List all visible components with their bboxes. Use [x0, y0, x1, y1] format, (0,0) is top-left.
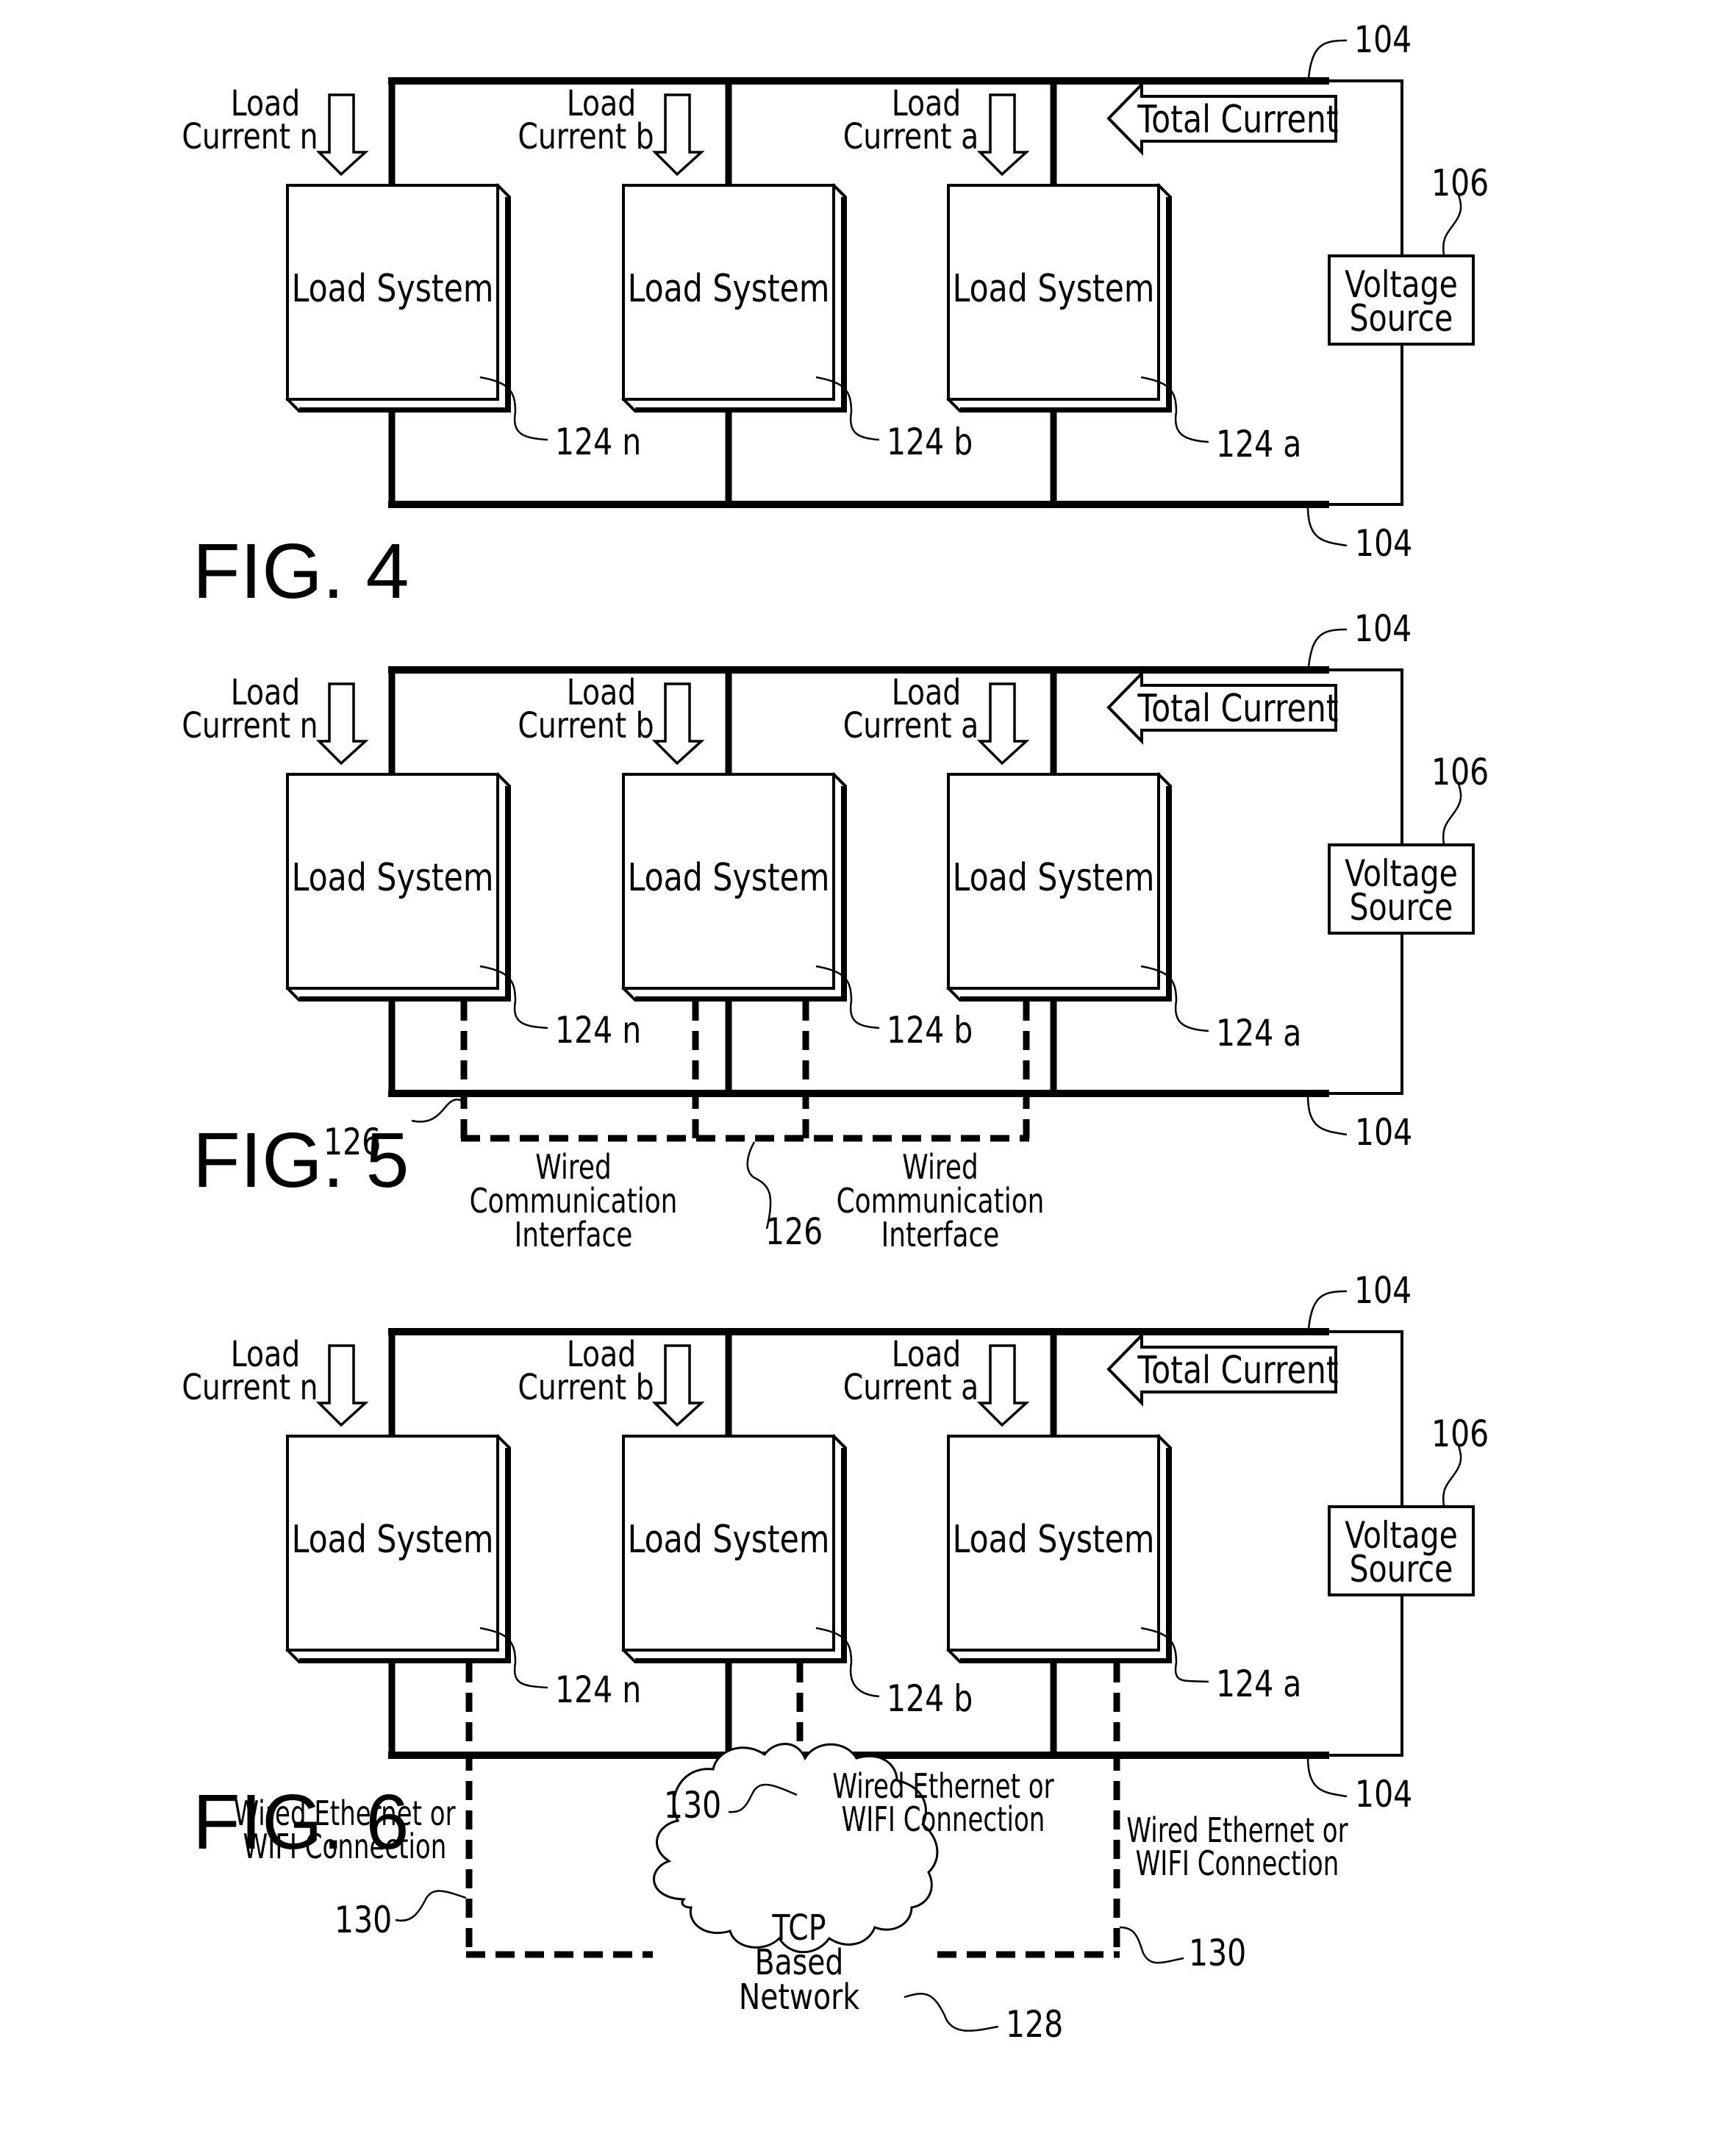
ref-104-top-leader [1307, 39, 1348, 79]
ref-104-top-leader [1307, 1290, 1348, 1329]
total-current-label: Total Current [1137, 687, 1338, 731]
voltage-source-label-line2: Source [1350, 1548, 1453, 1591]
down-arrow-icon [315, 682, 369, 765]
ref-104-top-leader [1307, 628, 1348, 668]
ref-124-label: 124 a [1216, 1663, 1301, 1705]
ref-130-leader-right [1119, 1926, 1184, 1964]
figure-fig5: 104104VoltageSource106Total CurrentLoad … [182, 607, 1489, 1254]
ref-104-bottom-leader [1306, 1758, 1348, 1798]
load-current-arrow: LoadCurrent n [182, 672, 369, 765]
ref-124-label: 124 a [1216, 423, 1301, 465]
ref-104-bottom: 104 [1355, 1773, 1412, 1816]
ref-130-right: 130 [1189, 1932, 1246, 1974]
voltage-source: VoltageSource106 [1328, 751, 1489, 935]
ref-104-top: 104 [1354, 1269, 1412, 1312]
supply-wire-top [1329, 1330, 1403, 1507]
load-current-label-line2: Current n [182, 705, 318, 746]
load-current-label-line2: Current b [518, 116, 654, 157]
ref-106: 106 [1431, 162, 1489, 204]
figure-title: FIG. 5 [193, 1117, 409, 1204]
ref-126-center: 126 [765, 1210, 823, 1253]
load-current-arrow: LoadCurrent b [518, 83, 705, 176]
load-current-arrow: LoadCurrent a [843, 1334, 1030, 1427]
total-current-label: Total Current [1137, 1349, 1338, 1393]
load-current-label-line2: Current n [182, 116, 318, 157]
supply-wire-bottom [1329, 1595, 1403, 1757]
load-system-label: Load System [953, 856, 1155, 900]
load-current-label-line2: Current b [518, 1367, 654, 1408]
down-arrow-icon [651, 93, 705, 176]
load-system-label: Load System [292, 1518, 494, 1562]
ref-124-label: 124 b [887, 1009, 973, 1052]
ref-104-bottom-leader [1306, 1096, 1348, 1136]
voltage-source: VoltageSource106 [1328, 1413, 1489, 1596]
down-arrow-icon [976, 93, 1030, 176]
patent-drawing-sheet: 104104VoltageSource106Total CurrentLoad … [182, 18, 1489, 2046]
ref-104-bottom: 104 [1355, 1111, 1412, 1154]
load-system-label: Load System [628, 1518, 830, 1562]
load-system-label: Load System [292, 267, 494, 311]
total-current-label: Total Current [1137, 98, 1338, 142]
connection-label-line2: WIFI Connection [842, 1799, 1045, 1840]
ref-106: 106 [1431, 1413, 1489, 1455]
voltage-source-label-line2: Source [1350, 297, 1453, 340]
load-current-arrow: LoadCurrent a [843, 83, 1030, 176]
load-current-arrow: LoadCurrent b [518, 672, 705, 765]
ref-124-label: 124 n [555, 421, 641, 463]
load-current-label-line2: Current a [843, 116, 979, 157]
load-system-label: Load System [292, 856, 494, 900]
figure-title: FIG. 6 [193, 1779, 409, 1866]
down-arrow-icon [651, 682, 705, 765]
load-current-arrow: LoadCurrent n [182, 83, 369, 176]
down-arrow-icon [315, 1344, 369, 1427]
ref-124-label: 124 a [1216, 1012, 1301, 1054]
down-arrow-icon [976, 682, 1030, 765]
figure-fig6: 104104VoltageSource106Total CurrentLoad … [182, 1269, 1489, 2046]
network-label-line3: Network [739, 1977, 860, 2018]
load-current-arrow: LoadCurrent b [518, 1334, 705, 1427]
down-arrow-icon [976, 1344, 1030, 1427]
figure-title: FIG. 4 [193, 528, 409, 615]
voltage-source: VoltageSource106 [1328, 162, 1489, 346]
load-current-arrow: LoadCurrent a [843, 672, 1030, 765]
ref-106: 106 [1431, 751, 1489, 793]
total-current-arrow: Total Current [1106, 81, 1339, 156]
ref-128: 128 [1006, 2003, 1063, 2046]
figure-fig4: 104104VoltageSource106Total CurrentLoad … [182, 18, 1489, 615]
load-current-arrow: LoadCurrent n [182, 1334, 369, 1427]
down-arrow-icon [651, 1344, 705, 1427]
voltage-source-label-line2: Source [1350, 886, 1453, 929]
load-current-label-line2: Current a [843, 705, 979, 746]
ref-130-left: 130 [335, 1899, 392, 1941]
down-arrow-icon [315, 93, 369, 176]
ref-104-top: 104 [1354, 607, 1412, 650]
ref-104-bottom-leader [1306, 507, 1348, 547]
total-current-arrow: Total Current [1106, 670, 1339, 745]
wired-interface-label-line3: Interface [881, 1216, 1000, 1255]
ref-104-bottom: 104 [1355, 522, 1412, 565]
load-current-label-line2: Current n [182, 1367, 318, 1408]
supply-wire-bottom [1329, 344, 1403, 506]
ref-126-leader-left [411, 1099, 465, 1123]
load-system-label: Load System [953, 267, 1155, 311]
ref-124-label: 124 n [555, 1009, 641, 1052]
ref-124-label: 124 b [887, 1677, 973, 1720]
load-current-label-line2: Current a [843, 1367, 979, 1408]
ref-128-leader [904, 1993, 999, 2032]
load-system-label: Load System [628, 267, 830, 311]
load-system-label: Load System [953, 1518, 1155, 1562]
wired-interface-label-line3: Interface [515, 1216, 633, 1255]
ref-104-top: 104 [1354, 18, 1412, 61]
ref-130-center: 130 [664, 1784, 721, 1827]
supply-wire-top [1329, 668, 1403, 845]
ref-124-label: 124 n [555, 1668, 641, 1711]
ref-130-leader-left [395, 1890, 467, 1922]
total-current-arrow: Total Current [1106, 1332, 1339, 1407]
supply-wire-top [1329, 79, 1403, 256]
load-current-label-line2: Current b [518, 705, 654, 746]
connection-label-line2: WIFI Connection [1136, 1843, 1339, 1884]
ref-124-label: 124 b [887, 421, 973, 463]
load-system-label: Load System [628, 856, 830, 900]
supply-wire-bottom [1329, 933, 1403, 1095]
